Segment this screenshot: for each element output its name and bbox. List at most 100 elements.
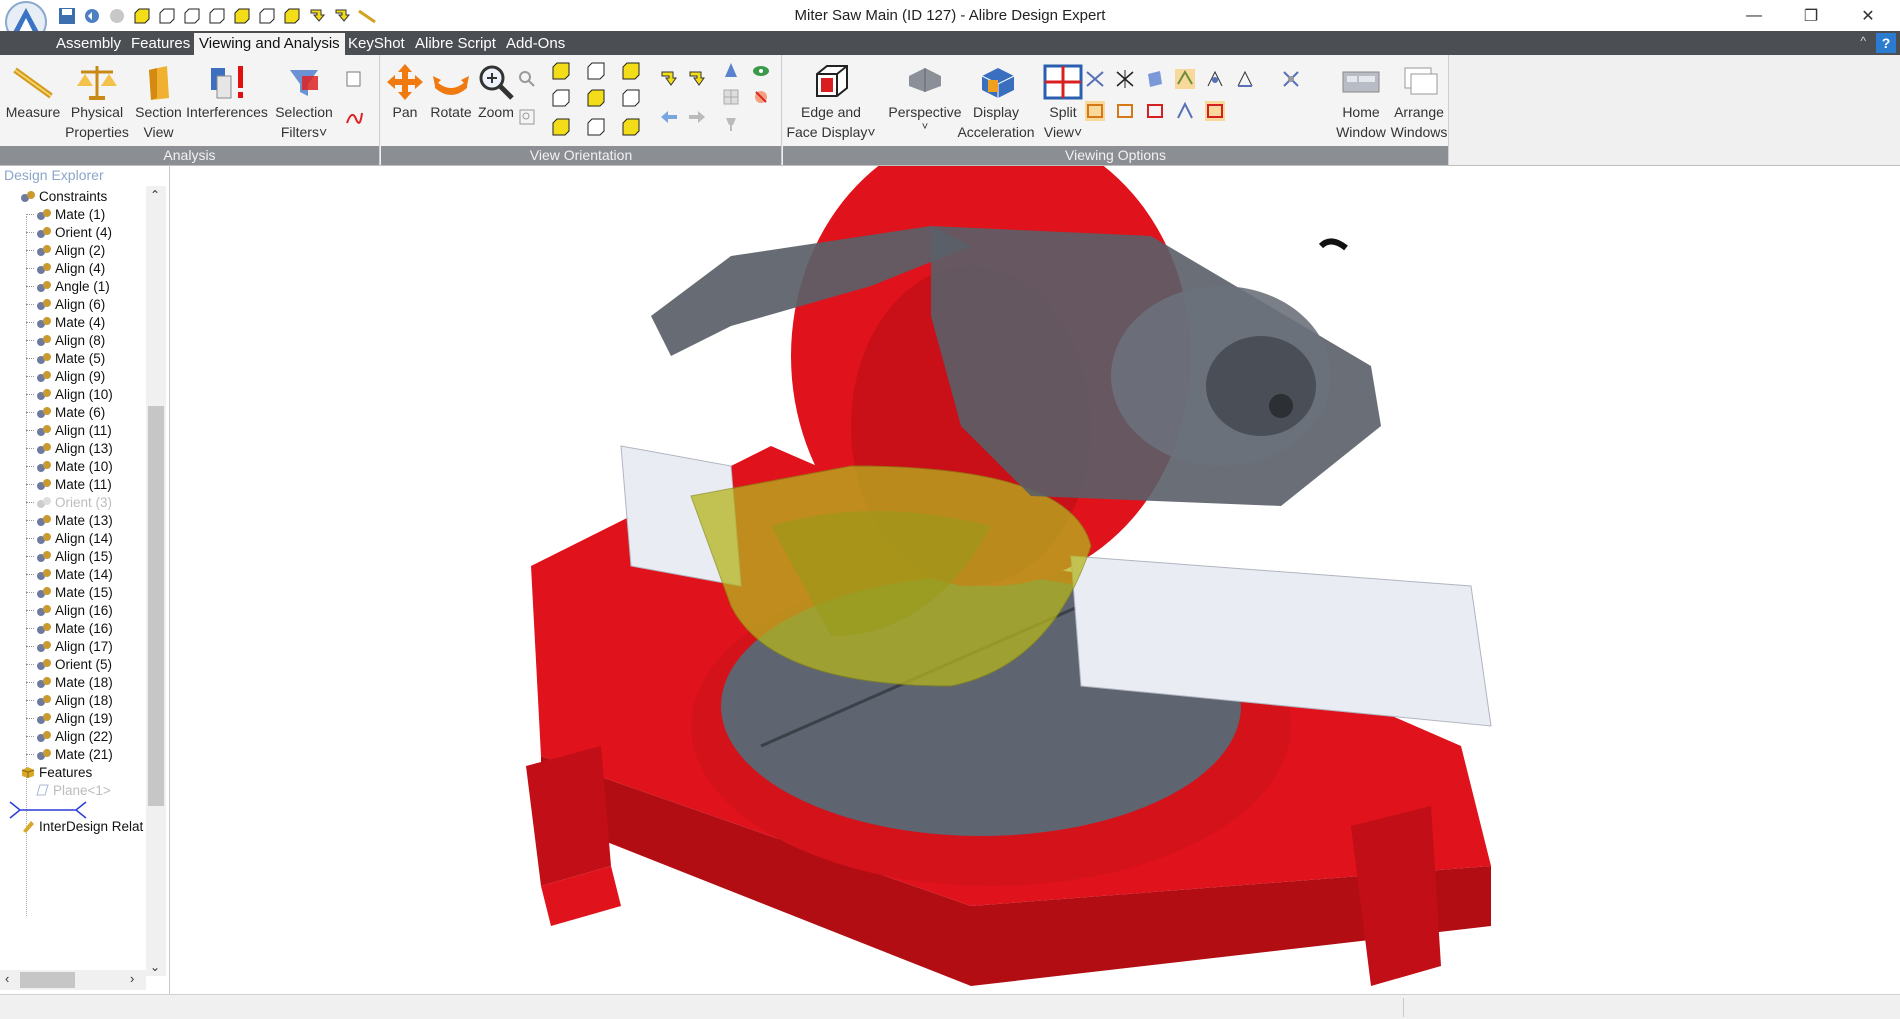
- tree-node-angle-1[interactable]: Angle (1): [26, 276, 110, 296]
- previous-view-icon[interactable]: [657, 105, 681, 129]
- rotate-view-right-icon[interactable]: [685, 67, 709, 91]
- show-hide-icon[interactable]: [749, 59, 773, 83]
- tree-node-orient-4[interactable]: Orient (4): [26, 222, 112, 242]
- tab-features[interactable]: Features: [126, 33, 195, 55]
- analysis-tool-icon[interactable]: [342, 67, 366, 91]
- tab-add-ons[interactable]: Add-Ons: [501, 33, 570, 55]
- hide-constraints-icon[interactable]: [1279, 67, 1303, 91]
- view-back-icon[interactable]: [156, 5, 178, 27]
- tree-node-align-15[interactable]: Align (15): [26, 546, 113, 566]
- view-cube-front-icon[interactable]: [549, 59, 573, 83]
- tree-node-mate-4[interactable]: Mate (4): [26, 312, 105, 332]
- tree-node-align-13[interactable]: Align (13): [26, 438, 113, 458]
- tree-node-features[interactable]: Features: [20, 762, 92, 782]
- minimize-button[interactable]: —: [1727, 2, 1781, 30]
- hide-axes-icon[interactable]: [1113, 67, 1137, 91]
- show-all-icon[interactable]: [1203, 99, 1227, 123]
- show-section-icon[interactable]: [1143, 99, 1167, 123]
- tree-node-align-22[interactable]: Align (22): [26, 726, 113, 746]
- restore-button[interactable]: ❐: [1784, 2, 1838, 30]
- grid-icon[interactable]: [719, 85, 743, 109]
- collapse-ribbon-icon[interactable]: ^: [1860, 34, 1866, 48]
- physical-properties-button[interactable]: Physical Properties: [62, 58, 132, 142]
- save-icon[interactable]: [56, 5, 78, 27]
- tree-node-align-9[interactable]: Align (9): [26, 366, 105, 386]
- tree-node-align-16[interactable]: Align (16): [26, 600, 113, 620]
- view-cube-bottom-icon[interactable]: [619, 86, 643, 110]
- horizontal-scroll-thumb[interactable]: [20, 972, 75, 988]
- tree-node-interdesign-relations[interactable]: InterDesign Relat: [20, 816, 143, 836]
- scroll-left-icon[interactable]: ‹: [5, 971, 9, 986]
- pan-button[interactable]: Pan: [384, 58, 426, 122]
- tree-node-align-10[interactable]: Align (10): [26, 384, 113, 404]
- vertical-scroll-thumb[interactable]: [148, 406, 164, 806]
- horizontal-scrollbar[interactable]: ‹ ›: [0, 970, 146, 990]
- view-right-icon[interactable]: [256, 5, 278, 27]
- view-cube-left-icon[interactable]: [549, 86, 573, 110]
- view-front-icon[interactable]: [131, 5, 153, 27]
- zoom-fit-icon[interactable]: [515, 105, 539, 129]
- interferences-button[interactable]: Interferences: [184, 58, 270, 122]
- curve-analysis-icon[interactable]: [342, 105, 366, 129]
- tree-node-align-8[interactable]: Align (8): [26, 330, 105, 350]
- tree-node-align-18[interactable]: Align (18): [26, 690, 113, 710]
- scroll-right-icon[interactable]: ›: [130, 971, 134, 986]
- tree-node-align-2[interactable]: Align (2): [26, 240, 105, 260]
- tree-node-mate-15[interactable]: Mate (15): [26, 582, 113, 602]
- rotate-button[interactable]: Rotate: [425, 58, 477, 122]
- scroll-down-icon[interactable]: ⌄: [150, 960, 160, 974]
- rotate-view-left-icon[interactable]: [657, 67, 681, 91]
- zoom-button[interactable]: Zoom: [473, 58, 519, 122]
- tree-node-align-19[interactable]: Align (19): [26, 708, 113, 728]
- view-left-icon[interactable]: [231, 5, 253, 27]
- show-dimensions-icon[interactable]: [1173, 99, 1197, 123]
- view-bottom-icon[interactable]: [206, 5, 228, 27]
- tab-alibre-script[interactable]: Alibre Script: [410, 33, 501, 55]
- home-window-button[interactable]: Home Window: [1331, 58, 1391, 142]
- tree-node-mate-14[interactable]: Mate (14): [26, 564, 113, 584]
- tab-assembly[interactable]: Assembly: [51, 33, 126, 55]
- view-cube-back-icon[interactable]: [584, 59, 608, 83]
- tree-node-mate-6[interactable]: Mate (6): [26, 402, 105, 422]
- rotate-right-icon[interactable]: [331, 5, 353, 27]
- view-iso-icon[interactable]: [281, 5, 303, 27]
- scroll-up-icon[interactable]: ⌃: [150, 188, 160, 202]
- hide-reference-icon[interactable]: [1203, 67, 1227, 91]
- arrange-windows-button[interactable]: Arrange Windows: [1390, 58, 1448, 142]
- pin-view-icon[interactable]: [719, 111, 743, 135]
- rotate-left-icon[interactable]: [306, 5, 328, 27]
- tree-node-mate-16[interactable]: Mate (16): [26, 618, 113, 638]
- measure-tool-icon[interactable]: [356, 5, 378, 27]
- hide-sketches-icon[interactable]: [1083, 67, 1107, 91]
- tree-node-mate-5[interactable]: Mate (5): [26, 348, 105, 368]
- hide-planes-icon[interactable]: [1143, 67, 1167, 91]
- tree-node-mate-1[interactable]: Mate (1): [26, 204, 105, 224]
- tree-node-orient-5[interactable]: Orient (5): [26, 654, 112, 674]
- section-view-button[interactable]: Section View: [131, 58, 186, 142]
- hide-points-icon[interactable]: [1173, 67, 1197, 91]
- zoom-box-icon[interactable]: [515, 67, 539, 91]
- tab-keyshot[interactable]: KeyShot: [343, 33, 410, 55]
- 3d-viewport[interactable]: [171, 166, 1900, 994]
- view-cube-trimetric-icon[interactable]: [619, 115, 643, 139]
- measure-button[interactable]: Measure: [2, 58, 64, 122]
- tree-node-orient-3[interactable]: Orient (3): [26, 492, 112, 512]
- undo-icon[interactable]: [81, 5, 103, 27]
- view-cube-top-icon[interactable]: [619, 59, 643, 83]
- tree-node-mate-10[interactable]: Mate (10): [26, 456, 113, 476]
- view-cube-iso-icon[interactable]: [549, 115, 573, 139]
- tree-node-constraints[interactable]: Constraints: [20, 186, 107, 206]
- miter-saw-model[interactable]: [171, 166, 1900, 994]
- selection-filters-button[interactable]: Selection Filters˅: [270, 58, 338, 142]
- tree-node-mate-18[interactable]: Mate (18): [26, 672, 113, 692]
- redo-icon[interactable]: [106, 5, 128, 27]
- tree-node-mate-11[interactable]: Mate (11): [26, 474, 112, 494]
- tree-node-align-4[interactable]: Align (4): [26, 258, 105, 278]
- tree-node-mate-13[interactable]: Mate (13): [26, 510, 113, 530]
- tree-node-align-6[interactable]: Align (6): [26, 294, 105, 314]
- close-button[interactable]: ✕: [1841, 2, 1895, 30]
- tree-node-align-17[interactable]: Align (17): [26, 636, 113, 656]
- view-cube-dimetric-icon[interactable]: [584, 115, 608, 139]
- tree-node-plane-1[interactable]: Plane<1>: [34, 780, 111, 800]
- clear-view-icon[interactable]: [749, 85, 773, 109]
